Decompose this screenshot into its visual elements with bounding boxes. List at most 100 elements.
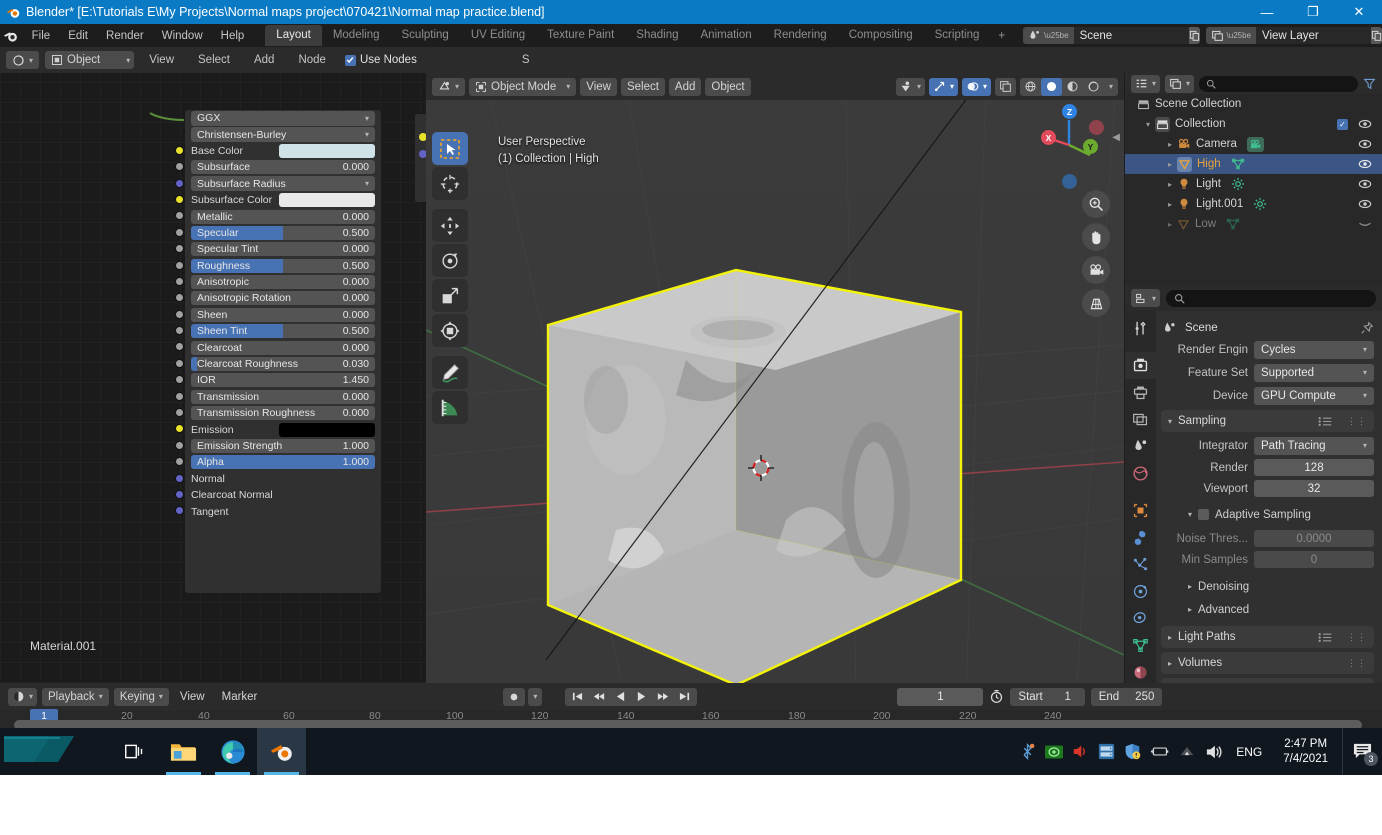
minimize-button[interactable]: —: [1244, 0, 1290, 24]
play-reverse-button[interactable]: [610, 691, 631, 702]
node-slider[interactable]: Subsurface 0.000: [191, 160, 375, 175]
volumes-panel-header[interactable]: ▸ Volumes ⋮⋮: [1161, 652, 1374, 674]
expand-triangle-icon[interactable]: ▸: [1163, 160, 1177, 169]
node-slider[interactable]: Anisotropic 0.000: [191, 275, 375, 290]
node-input-row[interactable]: Metallic 0.000: [175, 208, 381, 224]
node-input-row[interactable]: Clearcoat Roughness 0.030: [175, 356, 381, 372]
tab-shading[interactable]: Shading: [625, 25, 689, 46]
transform-tool[interactable]: [432, 314, 468, 347]
shader-menu-add[interactable]: Add: [245, 51, 283, 69]
node-input-row[interactable]: Sheen 0.000: [175, 307, 381, 323]
auto-keying-toggle[interactable]: [503, 687, 526, 706]
expand-triangle-icon[interactable]: ▸: [1163, 180, 1177, 189]
eye-icon[interactable]: [1358, 137, 1372, 151]
expand-triangle-icon[interactable]: ▾: [1141, 120, 1155, 129]
chevron-down-icon[interactable]: ▾: [1168, 417, 1172, 426]
world-properties-tab[interactable]: [1125, 460, 1156, 487]
timeline-menu-keying[interactable]: Keying ▾: [113, 687, 169, 706]
gizmo-axis-z[interactable]: Z: [1062, 104, 1077, 119]
tab-modeling[interactable]: Modeling: [322, 25, 391, 46]
sidebar-collapse-icon[interactable]: ◀: [1112, 132, 1120, 143]
device-row[interactable]: Device GPU Compute ▾: [1162, 385, 1374, 406]
advanced-subpanel[interactable]: ▸ Advanced: [1162, 599, 1374, 620]
blender-icon[interactable]: [257, 728, 306, 775]
node-input-dropdown[interactable]: Subsurface Radius ▾: [191, 176, 375, 192]
menu-edit[interactable]: Edit: [59, 27, 97, 45]
shading-solid-button[interactable]: [1040, 77, 1062, 96]
node-slider[interactable]: Metallic 0.000: [191, 209, 375, 224]
feature-set-row[interactable]: Feature Set Supported ▾: [1162, 362, 1374, 383]
chevron-right-icon[interactable]: ▸: [1168, 633, 1172, 642]
shader-menu-select[interactable]: Select: [189, 51, 239, 69]
maximize-button[interactable]: ❐: [1290, 0, 1336, 24]
gizmo-axis-x[interactable]: X: [1041, 130, 1056, 145]
viewport-samples-value[interactable]: 32: [1254, 480, 1374, 497]
node-socket-grey-icon[interactable]: [175, 227, 184, 237]
start-button[interactable]: [0, 728, 110, 775]
adaptive-sampling-header[interactable]: ▾ Adaptive Sampling: [1162, 504, 1374, 525]
render-engine-dropdown[interactable]: Cycles ▾: [1254, 340, 1374, 359]
node-input-row[interactable]: Emission Strength 1.000: [175, 438, 381, 454]
node-slider[interactable]: Transmission Roughness 0.000: [191, 406, 375, 421]
node-socket-purple-icon[interactable]: [175, 178, 184, 188]
task-view-icon[interactable]: [110, 728, 159, 775]
scale-tool[interactable]: [432, 279, 468, 312]
chevron-down-icon[interactable]: ▾: [1188, 510, 1192, 519]
node-socket-grey-icon[interactable]: [175, 326, 184, 336]
node-slider[interactable]: Clearcoat Roughness 0.030: [191, 357, 375, 372]
outliner-row-collection[interactable]: ▾ Collection ✓: [1125, 114, 1382, 134]
cursor-tool[interactable]: [432, 167, 468, 200]
viewport-samples-row[interactable]: Viewport 32: [1162, 479, 1374, 498]
node-input-row[interactable]: Specular 0.500: [175, 225, 381, 241]
mesh-data-icon[interactable]: [1226, 217, 1240, 231]
view-layer-name[interactable]: View Layer: [1256, 30, 1371, 42]
shader-menu-node[interactable]: Node: [289, 51, 335, 69]
node-input-row[interactable]: Tangent: [175, 503, 381, 519]
preset-icon[interactable]: [1318, 416, 1333, 427]
node-slider[interactable]: Specular Tint 0.000: [191, 242, 375, 257]
distribution-dropdown-value[interactable]: GGX ▾: [191, 110, 375, 126]
expand-triangle-icon[interactable]: ▸: [1163, 200, 1177, 209]
hand-icon[interactable]: [1082, 223, 1110, 251]
shader-type-selector[interactable]: Object ▾: [45, 51, 135, 69]
nvidia-icon[interactable]: [1045, 744, 1064, 759]
outliner-row-high[interactable]: ▸ High: [1125, 154, 1382, 174]
scene-selector[interactable]: \u25be Scene ✕: [1023, 27, 1200, 44]
jump-to-prev-keyframe-button[interactable]: [588, 691, 610, 702]
viewport-canvas[interactable]: User Perspective (1) Collection | High ◀: [426, 100, 1124, 683]
blender-logo-icon[interactable]: [0, 28, 23, 44]
defender-icon[interactable]: [1124, 743, 1141, 760]
bluetooth-icon[interactable]: [1019, 743, 1036, 760]
move-tool[interactable]: [432, 209, 468, 242]
editor-type-selector[interactable]: ▾: [6, 51, 40, 69]
wifi-icon[interactable]: [1178, 744, 1196, 759]
node-input-row[interactable]: Base Color: [175, 143, 381, 159]
subsurface-method-dropdown-value[interactable]: Christensen-Burley ▾: [191, 127, 375, 143]
properties-search-input[interactable]: [1166, 289, 1376, 307]
show-overlays-button[interactable]: ▾: [928, 77, 958, 96]
node-slider[interactable]: IOR 1.450: [191, 373, 375, 388]
node-socket-yellow-icon[interactable]: [175, 194, 184, 204]
gizmo-axis-y[interactable]: Y: [1083, 139, 1098, 154]
viewport-menu-object[interactable]: Object: [705, 77, 751, 96]
node-slider[interactable]: Emission Strength 1.000: [191, 439, 375, 453]
shading-dropdown-icon[interactable]: ▾: [1104, 82, 1118, 91]
jump-to-start-button[interactable]: [567, 691, 588, 702]
node-slider[interactable]: Sheen 0.000: [191, 307, 375, 322]
menu-help[interactable]: Help: [212, 27, 254, 45]
node-color-swatch[interactable]: [279, 422, 375, 437]
node-slider[interactable]: Anisotropic Rotation 0.000: [191, 291, 375, 306]
node-input-row[interactable]: Alpha 1.000: [175, 454, 381, 470]
material-properties-tab[interactable]: [1125, 659, 1156, 686]
subsurface-method-dropdown[interactable]: Christensen-Burley ▾: [185, 126, 381, 143]
node-color-swatch[interactable]: [279, 193, 375, 208]
tab-animation[interactable]: Animation: [690, 25, 763, 46]
chevron-right-icon[interactable]: ▸: [1188, 605, 1192, 614]
tab-scripting[interactable]: Scripting: [924, 25, 991, 46]
navigation-gizmo[interactable]: Z Y X: [1032, 104, 1106, 189]
node-input-row[interactable]: Subsurface Color: [175, 192, 381, 208]
timeline-menu-playback[interactable]: Playback ▾: [42, 687, 109, 706]
outliner[interactable]: ▾ ▾ Scene Collection ▾ Collection ✓ ▸ Ca…: [1125, 73, 1382, 285]
node-socket-purple-icon[interactable]: [175, 473, 184, 483]
tab-texture-paint[interactable]: Texture Paint: [536, 25, 625, 46]
